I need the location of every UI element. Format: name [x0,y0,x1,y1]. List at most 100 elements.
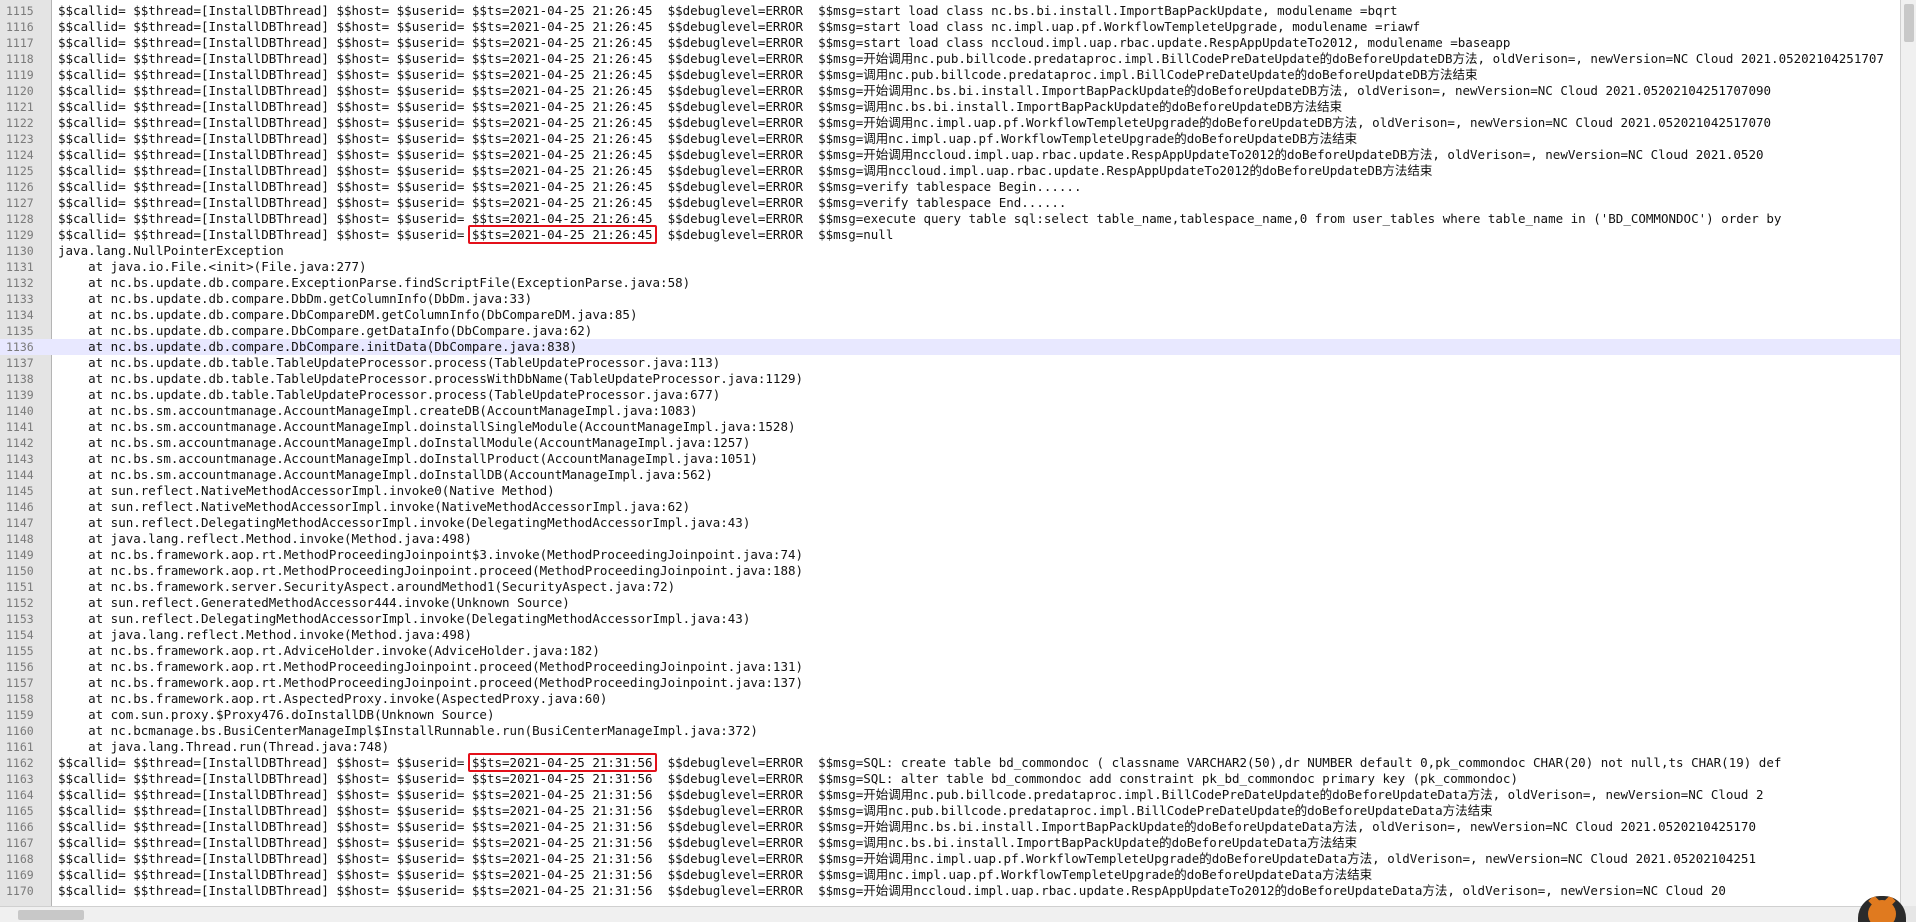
log-line[interactable]: 1124 $$callid= $$thread=[InstallDBThread]… [0,147,1900,163]
log-line[interactable]: 1160 at nc.bcmanage.bs.BusiCenterManageI… [0,723,1900,739]
log-line[interactable]: 1168 $$callid= $$thread=[InstallDBThread]… [0,851,1900,867]
log-line[interactable]: 1154 at java.lang.reflect.Method.invoke(… [0,627,1900,643]
log-line-text[interactable]: $$callid= $$thread=[InstallDBThread] $$h… [58,131,1357,147]
log-line-text[interactable]: at nc.bs.sm.accountmanage.AccountManageI… [58,451,758,467]
log-line[interactable]: 1162 $$callid= $$thread=[InstallDBThread]… [0,755,1900,771]
log-editor[interactable]: 1115 $$callid= $$thread=[InstallDBThread]… [0,0,1900,906]
log-line[interactable]: 1163 $$callid= $$thread=[InstallDBThread]… [0,771,1900,787]
log-line-text[interactable]: $$callid= $$thread=[InstallDBThread] $$h… [58,35,1510,51]
log-line[interactable]: 1142 at nc.bs.sm.accountmanage.AccountMa… [0,435,1900,451]
log-line-text[interactable]: $$callid= $$thread=[InstallDBThread] $$h… [58,195,1066,211]
log-line-text[interactable]: at sun.reflect.GeneratedMethodAccessor44… [58,595,570,611]
log-line[interactable]: 1139 at nc.bs.update.db.table.TableUpdat… [0,387,1900,403]
log-line[interactable]: 1143 at nc.bs.sm.accountmanage.AccountMa… [0,451,1900,467]
log-line[interactable]: 1155 at nc.bs.framework.aop.rt.AdviceHol… [0,643,1900,659]
log-line-text[interactable]: java.lang.NullPointerException [58,243,284,259]
log-line-text[interactable]: at nc.bs.update.db.compare.DbCompare.ini… [58,339,577,355]
log-line-text[interactable]: at nc.bs.framework.aop.rt.AspectedProxy.… [58,691,607,707]
log-line-text[interactable]: at nc.bs.framework.aop.rt.MethodProceedi… [58,547,803,563]
log-line-text[interactable]: at java.lang.reflect.Method.invoke(Metho… [58,531,472,547]
log-line[interactable]: 1156 at nc.bs.framework.aop.rt.MethodPro… [0,659,1900,675]
log-line-text[interactable]: $$callid= $$thread=[InstallDBThread] $$h… [58,227,893,243]
vertical-scrollbar[interactable] [1900,0,1916,906]
log-line[interactable]: 1147 at sun.reflect.DelegatingMethodAcce… [0,515,1900,531]
log-line[interactable]: 1144 at nc.bs.sm.accountmanage.AccountMa… [0,467,1900,483]
log-line[interactable]: 1119 $$callid= $$thread=[InstallDBThread]… [0,67,1900,83]
log-line[interactable]: 1164 $$callid= $$thread=[InstallDBThread]… [0,787,1900,803]
log-line-text[interactable]: $$callid= $$thread=[InstallDBThread] $$h… [58,19,1420,35]
log-line-text[interactable]: at nc.bs.sm.accountmanage.AccountManageI… [58,435,750,451]
log-line[interactable]: 1136 at nc.bs.update.db.compare.DbCompar… [0,339,1900,355]
log-line-text[interactable]: $$callid= $$thread=[InstallDBThread] $$h… [58,179,1082,195]
log-line-text[interactable]: at nc.bs.sm.accountmanage.AccountManageI… [58,403,698,419]
log-line[interactable]: 1169 $$callid= $$thread=[InstallDBThread]… [0,867,1900,883]
log-line[interactable]: 1140 at nc.bs.sm.accountmanage.AccountMa… [0,403,1900,419]
log-line-text[interactable]: $$callid= $$thread=[InstallDBThread] $$h… [58,211,1781,227]
log-line[interactable]: 1167 $$callid= $$thread=[InstallDBThread]… [0,835,1900,851]
log-line[interactable]: 1123 $$callid= $$thread=[InstallDBThread]… [0,131,1900,147]
log-line[interactable]: 1125 $$callid= $$thread=[InstallDBThread]… [0,163,1900,179]
log-line[interactable]: 1145 at sun.reflect.NativeMethodAccessor… [0,483,1900,499]
log-line[interactable]: 1149 at nc.bs.framework.aop.rt.MethodPro… [0,547,1900,563]
log-line[interactable]: 1138 at nc.bs.update.db.table.TableUpdat… [0,371,1900,387]
log-line-text[interactable]: $$callid= $$thread=[InstallDBThread] $$h… [58,147,1764,163]
log-line[interactable]: 1116 $$callid= $$thread=[InstallDBThread]… [0,19,1900,35]
log-line-text[interactable]: $$callid= $$thread=[InstallDBThread] $$h… [58,83,1771,99]
log-line[interactable]: 1158 at nc.bs.framework.aop.rt.AspectedP… [0,691,1900,707]
log-line[interactable]: 1118 $$callid= $$thread=[InstallDBThread]… [0,51,1900,67]
log-line[interactable]: 1131 at java.io.File.<init>(File.java:27… [0,259,1900,275]
log-line[interactable]: 1166 $$callid= $$thread=[InstallDBThread]… [0,819,1900,835]
log-line[interactable]: 1134 at nc.bs.update.db.compare.DbCompar… [0,307,1900,323]
log-line[interactable]: 1152 at sun.reflect.GeneratedMethodAcces… [0,595,1900,611]
log-line-text[interactable]: at nc.bs.framework.aop.rt.AdviceHolder.i… [58,643,600,659]
log-line-text[interactable]: at nc.bs.framework.server.SecurityAspect… [58,579,675,595]
log-line[interactable]: 1170 $$callid= $$thread=[InstallDBThread]… [0,883,1900,899]
log-line[interactable]: 1146 at sun.reflect.NativeMethodAccessor… [0,499,1900,515]
log-line-text[interactable]: at nc.bs.update.db.table.TableUpdateProc… [58,371,803,387]
log-line[interactable]: 1127 $$callid= $$thread=[InstallDBThread]… [0,195,1900,211]
log-line-text[interactable]: $$callid= $$thread=[InstallDBThread] $$h… [58,67,1478,83]
log-line-text[interactable]: $$callid= $$thread=[InstallDBThread] $$h… [58,99,1342,115]
log-line[interactable]: 1117 $$callid= $$thread=[InstallDBThread]… [0,35,1900,51]
log-line-text[interactable]: $$callid= $$thread=[InstallDBThread] $$h… [58,883,1726,899]
log-line-text[interactable]: $$callid= $$thread=[InstallDBThread] $$h… [58,803,1493,819]
log-line-text[interactable]: at nc.bs.update.db.compare.DbCompareDM.g… [58,307,637,323]
log-line-text[interactable]: at sun.reflect.DelegatingMethodAccessorI… [58,515,750,531]
log-line[interactable]: 1153 at sun.reflect.DelegatingMethodAcce… [0,611,1900,627]
log-line-text[interactable]: at sun.reflect.NativeMethodAccessorImpl.… [58,499,690,515]
log-line-text[interactable]: at nc.bs.update.db.table.TableUpdateProc… [58,355,720,371]
log-line[interactable]: 1159 at com.sun.proxy.$Proxy476.doInstal… [0,707,1900,723]
log-line-text[interactable]: $$callid= $$thread=[InstallDBThread] $$h… [58,867,1372,883]
log-line-text[interactable]: at nc.bs.sm.accountmanage.AccountManageI… [58,419,795,435]
horizontal-scrollbar[interactable] [0,906,1900,922]
log-line-text[interactable]: $$callid= $$thread=[InstallDBThread] $$h… [58,51,1884,67]
log-line-text[interactable]: at nc.bs.update.db.table.TableUpdateProc… [58,387,720,403]
log-line-text[interactable]: at nc.bs.framework.aop.rt.MethodProceedi… [58,563,803,579]
log-line-text[interactable]: at nc.bs.update.db.compare.DbDm.getColum… [58,291,532,307]
log-line-text[interactable]: $$callid= $$thread=[InstallDBThread] $$h… [58,771,1518,787]
log-line-text[interactable]: at sun.reflect.NativeMethodAccessorImpl.… [58,483,555,499]
log-line[interactable]: 1141 at nc.bs.sm.accountmanage.AccountMa… [0,419,1900,435]
vertical-scroll-thumb[interactable] [1904,4,1914,42]
log-line-text[interactable]: at sun.reflect.DelegatingMethodAccessorI… [58,611,750,627]
log-line[interactable]: 1135 at nc.bs.update.db.compare.DbCompar… [0,323,1900,339]
log-line-text[interactable]: $$callid= $$thread=[InstallDBThread] $$h… [58,835,1357,851]
log-line[interactable]: 1121 $$callid= $$thread=[InstallDBThread]… [0,99,1900,115]
log-line[interactable]: 1133 at nc.bs.update.db.compare.DbDm.get… [0,291,1900,307]
log-line[interactable]: 1120 $$callid= $$thread=[InstallDBThread]… [0,83,1900,99]
log-line[interactable]: 1137 at nc.bs.update.db.table.TableUpdat… [0,355,1900,371]
log-line-text[interactable]: at nc.bs.framework.aop.rt.MethodProceedi… [58,675,803,691]
log-line[interactable]: 1150 at nc.bs.framework.aop.rt.MethodPro… [0,563,1900,579]
log-line[interactable]: 1122 $$callid= $$thread=[InstallDBThread]… [0,115,1900,131]
log-line-text[interactable]: $$callid= $$thread=[InstallDBThread] $$h… [58,755,1781,771]
log-line[interactable]: 1130 java.lang.NullPointerException [0,243,1900,259]
log-line[interactable]: 1165 $$callid= $$thread=[InstallDBThread]… [0,803,1900,819]
log-line-text[interactable]: at java.lang.reflect.Method.invoke(Metho… [58,627,472,643]
log-line-text[interactable]: $$callid= $$thread=[InstallDBThread] $$h… [58,3,1398,19]
horizontal-scroll-thumb[interactable] [18,910,84,920]
log-line-text[interactable]: at nc.bs.update.db.compare.DbCompare.get… [58,323,592,339]
log-line-text[interactable]: $$callid= $$thread=[InstallDBThread] $$h… [58,819,1756,835]
log-line-text[interactable]: at nc.bcmanage.bs.BusiCenterManageImpl$I… [58,723,758,739]
log-line[interactable]: 1126 $$callid= $$thread=[InstallDBThread]… [0,179,1900,195]
log-line-text[interactable]: at nc.bs.update.db.compare.ExceptionPars… [58,275,690,291]
